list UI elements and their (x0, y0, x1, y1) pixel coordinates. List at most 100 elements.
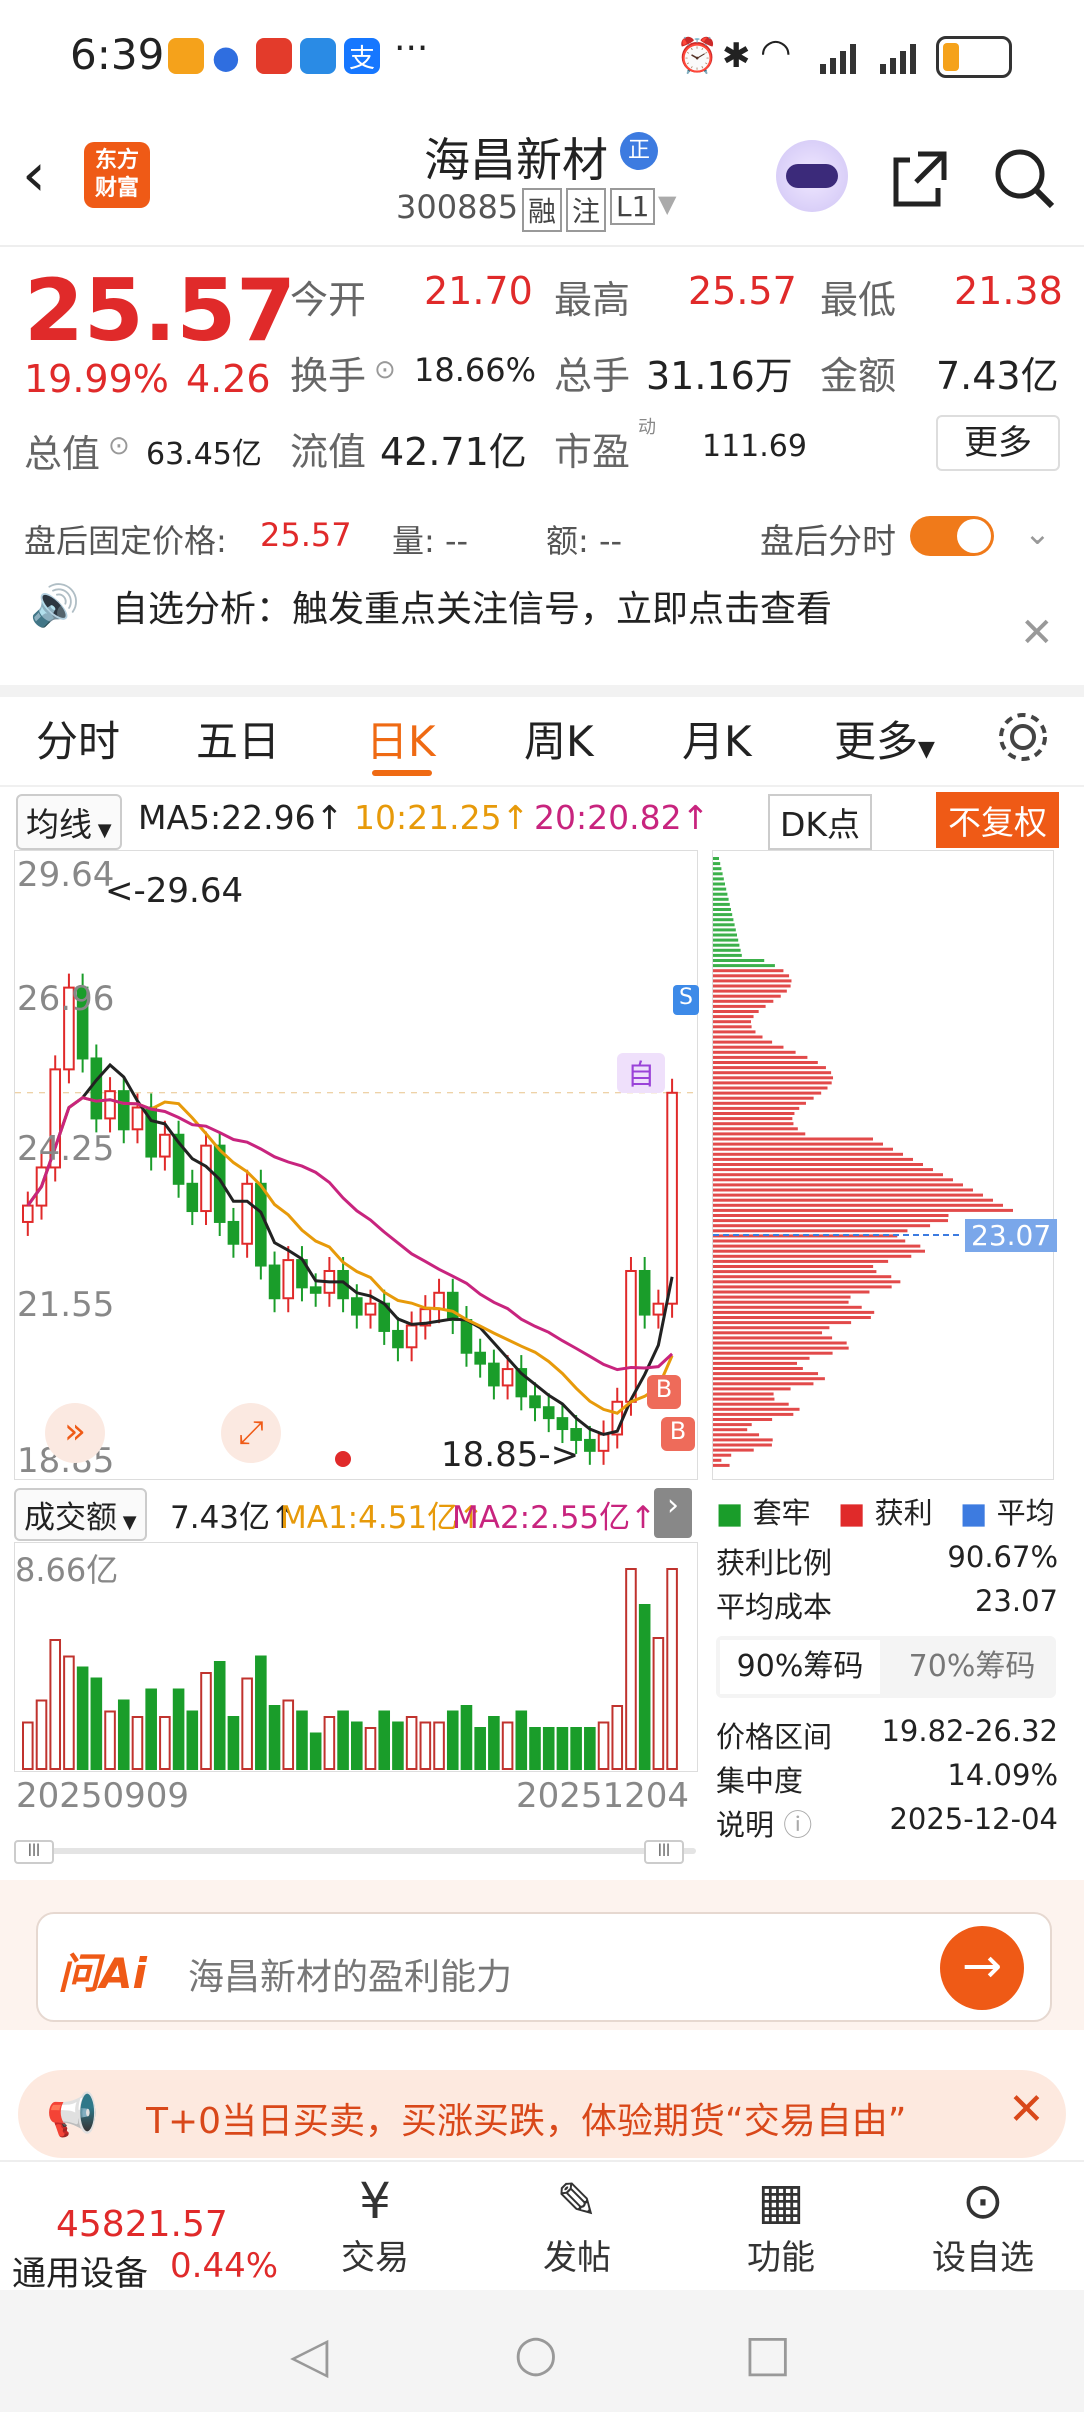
volume-selector-label: 成交额 (24, 1500, 117, 1536)
status-time: 6:39 (70, 30, 165, 79)
scroll-handle-left[interactable]: ||| (14, 1840, 54, 1864)
paw-icon: ● (212, 38, 240, 76)
tab-intraday[interactable]: 分时 (36, 708, 120, 769)
chip-bar (713, 974, 790, 978)
candle (446, 1291, 459, 1322)
ai-logo: 问Ai (58, 1949, 147, 1998)
chip-bar (713, 1066, 826, 1070)
settings-gear-icon[interactable] (994, 708, 1052, 776)
tab-daily-k[interactable]: 日K (366, 708, 436, 769)
volume-selector[interactable]: 成交额 ▼ (14, 1488, 147, 1541)
chip-bar (713, 1096, 814, 1100)
fullscreen-icon[interactable]: ⤢ (221, 1403, 281, 1463)
tab-monthly-k[interactable]: 月K (682, 708, 752, 769)
chip-bar (713, 964, 775, 968)
info-icon[interactable]: ⊙ (108, 431, 130, 461)
candle (22, 1204, 34, 1223)
stat-label: 价格区间 (716, 1720, 833, 1754)
mcap-value: 63.45亿 (146, 437, 262, 472)
volume-top-label: 8.66亿 (15, 1551, 119, 1589)
home-circle-icon[interactable]: ○ (514, 2324, 558, 2382)
stat-profit-ratio: 获利比例 90.67% (716, 1540, 1058, 1584)
close-icon[interactable]: ✕ (1020, 610, 1054, 656)
dk-point-button[interactable]: DK点 (768, 794, 873, 850)
chip-bar (713, 1428, 748, 1432)
stat-value: 23.07 (974, 1584, 1058, 1618)
candle (652, 1302, 665, 1316)
chip-bar (713, 989, 787, 993)
tab-90-chips[interactable]: 90%筹码 (720, 1640, 880, 1694)
info-icon[interactable]: ⊙ (374, 355, 396, 385)
chip-bar (713, 1208, 1013, 1212)
chip-distribution[interactable]: 23.07 (712, 850, 1058, 1480)
info-icon[interactable]: ⓘ (783, 1808, 812, 1842)
legend-profit-label: 获利 (874, 1496, 933, 1530)
chevron-down-icon[interactable]: ▼ (658, 190, 676, 218)
expand-left-icon[interactable]: » (45, 1403, 105, 1463)
buy-mark: B (661, 1417, 695, 1451)
chip-bar (713, 1463, 730, 1467)
min-price-note: 18.85-> (441, 1435, 580, 1475)
chevron-right-icon[interactable]: › (654, 1488, 692, 1538)
promo-banner[interactable]: 📢 T+0当日买卖，买涨买跌，体验期货“交易自由” ✕ (18, 2070, 1066, 2158)
time-range-scrollbar[interactable]: ||| ||| (14, 1840, 696, 1864)
chart-tabs: 分时 五日 日K 周K 月K 更多▼ (0, 690, 1084, 787)
tab-five-day[interactable]: 五日 (196, 708, 280, 769)
scroll-handle-right[interactable]: ||| (644, 1840, 684, 1864)
kline-chart[interactable]: 29.64 26.96 24.25 21.55 18.85 <-29.64 18… (14, 850, 699, 1481)
after-hours-toggle[interactable] (910, 516, 994, 556)
edit-icon: ✎ (556, 2172, 598, 2230)
volume-bar (186, 1710, 199, 1770)
nav-trade[interactable]: ¥ 交易 (300, 2172, 450, 2279)
volume-bar (405, 1716, 418, 1770)
chip-bar (713, 1137, 873, 1141)
stat-value: 19.82-26.32 (881, 1714, 1058, 1748)
volume-chart[interactable]: 8.66亿 (14, 1542, 698, 1772)
close-icon[interactable]: ✕ (1008, 2084, 1045, 2135)
tab-70-chips[interactable]: 70%筹码 (892, 1640, 1052, 1694)
ma-selector[interactable]: 均线 ▼ (16, 794, 122, 850)
ai-placeholder: 海昌新材的盈利能力 (188, 1957, 513, 1998)
back-triangle-icon[interactable]: ◁ (290, 2326, 328, 2384)
candle (282, 1259, 295, 1300)
recents-square-icon[interactable]: □ (744, 2324, 791, 2382)
index-value[interactable]: 45821.57 (56, 2204, 228, 2245)
candle (186, 1182, 199, 1213)
open-value: 21.70 (424, 269, 533, 313)
chevron-down-icon[interactable]: ⌄ (1024, 514, 1051, 552)
nav-post[interactable]: ✎ 发帖 (502, 2172, 652, 2279)
chip-bar (713, 1423, 752, 1427)
alipay-icon: 支 (344, 38, 380, 74)
nav-functions[interactable]: ▦ 功能 (706, 2172, 856, 2279)
app-icon-3 (256, 38, 292, 74)
ai-input[interactable]: 问Ai 海昌新材的盈利能力 → (36, 1912, 1052, 2022)
chip-bar (713, 923, 735, 927)
ai-submit-arrow-icon[interactable]: → (940, 1926, 1024, 2010)
volume-bar (392, 1721, 404, 1770)
more-button[interactable]: 更多 (936, 415, 1060, 471)
chip-bar (713, 1239, 906, 1243)
adjust-mode-button[interactable]: 不复权 (936, 792, 1059, 848)
tab-weekly-k[interactable]: 周K (524, 708, 594, 769)
volume-bar (35, 1699, 48, 1770)
nav-functions-label: 功能 (747, 2238, 815, 2278)
back-icon[interactable]: ‹ (22, 140, 46, 210)
event-dot[interactable] (335, 1451, 351, 1467)
chip-bar (713, 1295, 851, 1299)
ai-robot-icon[interactable] (776, 140, 848, 212)
amount-value: 7.43亿 (936, 354, 1059, 398)
candle (117, 1090, 130, 1131)
chip-bar (713, 1147, 893, 1151)
tab-underline (372, 770, 432, 776)
volume-bar (611, 1705, 624, 1770)
chip-bar (713, 1015, 754, 1019)
volume-bar (638, 1604, 651, 1770)
tab-more[interactable]: 更多▼ (834, 708, 935, 769)
ma5-value: MA5:22.96↑ (138, 798, 344, 837)
share-icon[interactable] (888, 146, 952, 214)
chip-bar (713, 1004, 766, 1008)
signal-banner[interactable]: 🔊 自选分析：触发重点关注信号，立即点击查看 ✕ (0, 570, 1084, 697)
nav-add-watchlist[interactable]: ⊙ 设自选 (908, 2172, 1058, 2279)
chip-bar (713, 1152, 903, 1156)
search-icon[interactable] (992, 146, 1056, 214)
